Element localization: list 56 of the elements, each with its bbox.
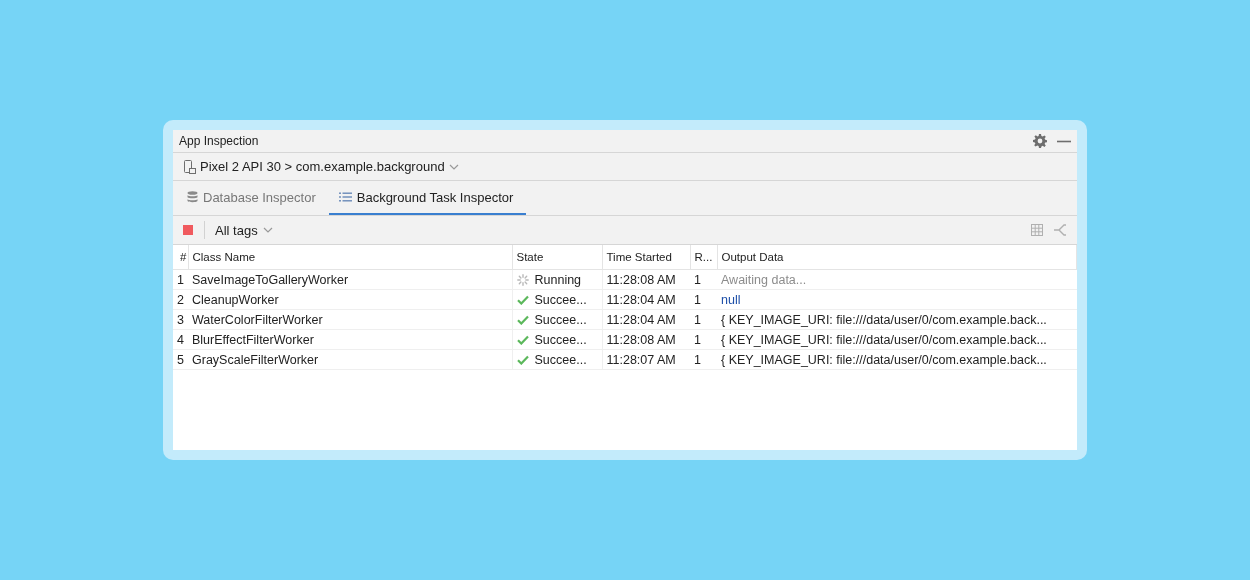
table-cell: 1 bbox=[690, 289, 717, 310]
table-cell: SaveImageToGalleryWorker bbox=[188, 269, 512, 290]
stop-button[interactable] bbox=[183, 225, 193, 235]
tab[interactable]: Background Task Inspector bbox=[328, 181, 527, 215]
table-cell: 11:28:04 AM bbox=[602, 309, 690, 330]
table-cell: WaterColorFilterWorker bbox=[188, 309, 512, 330]
table-cell: { KEY_IMAGE_URI: file:///data/user/0/com.example.back... bbox=[717, 309, 1077, 330]
table-cell: BlurEffectFilterWorker bbox=[188, 329, 512, 350]
state-label: Succee... bbox=[534, 292, 587, 307]
column-header[interactable]: Time Started bbox=[602, 245, 690, 270]
state-label: Succee... bbox=[534, 332, 587, 347]
database-icon bbox=[187, 191, 198, 203]
table-cell: 11:28:07 AM bbox=[602, 349, 690, 370]
table-cell: { KEY_IMAGE_URI: file:///data/user/0/com.example.back... bbox=[717, 349, 1077, 370]
checkmark-icon bbox=[516, 294, 529, 305]
table-cell: CleanupWorker bbox=[188, 289, 512, 310]
table-cell: 11:28:08 AM bbox=[602, 329, 690, 350]
column-header[interactable]: # bbox=[173, 245, 188, 270]
window-title: App Inspection bbox=[179, 134, 259, 148]
table-cell: null bbox=[717, 289, 1077, 310]
table-cell: 1 bbox=[173, 269, 188, 290]
list-icon bbox=[338, 192, 352, 202]
table-cell: 1 bbox=[690, 349, 717, 370]
checkmark-icon bbox=[516, 334, 529, 345]
checkmark-icon bbox=[516, 314, 529, 325]
state-label: Succee... bbox=[534, 312, 587, 327]
table-cell: 1 bbox=[690, 329, 717, 350]
table-cell: 11:28:08 AM bbox=[602, 269, 690, 290]
table-cell: { KEY_IMAGE_URI: file:///data/user/0/com.example.back... bbox=[717, 329, 1077, 350]
table-cell: 4 bbox=[173, 329, 188, 350]
table-cell: 5 bbox=[173, 349, 188, 370]
table-cell: 2 bbox=[173, 289, 188, 310]
tab[interactable]: Database Inspector bbox=[177, 181, 329, 215]
column-header[interactable]: R... bbox=[690, 245, 717, 270]
table-cell: GrayScaleFilterWorker bbox=[188, 349, 512, 370]
table-cell: 11:28:04 AM bbox=[602, 289, 690, 310]
spinner-icon bbox=[516, 273, 529, 286]
state-label: Running bbox=[534, 272, 582, 287]
chevron-down-icon bbox=[448, 163, 459, 170]
settings-icon[interactable] bbox=[1033, 134, 1047, 148]
tag-filter-dropdown[interactable]: All tags bbox=[215, 222, 273, 238]
table-cell: 1 bbox=[690, 309, 717, 330]
table-cell: 1 bbox=[690, 269, 717, 290]
minimize-icon[interactable] bbox=[1057, 139, 1071, 143]
device-icon bbox=[183, 159, 196, 174]
column-header[interactable]: State bbox=[512, 245, 602, 270]
device-selector[interactable]: Pixel 2 API 30 > com.example.background bbox=[183, 159, 459, 174]
checkmark-icon bbox=[516, 354, 529, 365]
table-cell: Awaiting data... bbox=[717, 269, 1077, 290]
table-view-icon[interactable] bbox=[1031, 224, 1043, 236]
state-label: Succee... bbox=[534, 352, 587, 367]
graph-view-icon[interactable] bbox=[1053, 223, 1067, 237]
chevron-down-icon bbox=[262, 227, 273, 233]
column-header[interactable]: Class Name bbox=[188, 245, 512, 270]
table-cell: 3 bbox=[173, 309, 188, 330]
column-header[interactable]: Output Data bbox=[717, 245, 1077, 270]
